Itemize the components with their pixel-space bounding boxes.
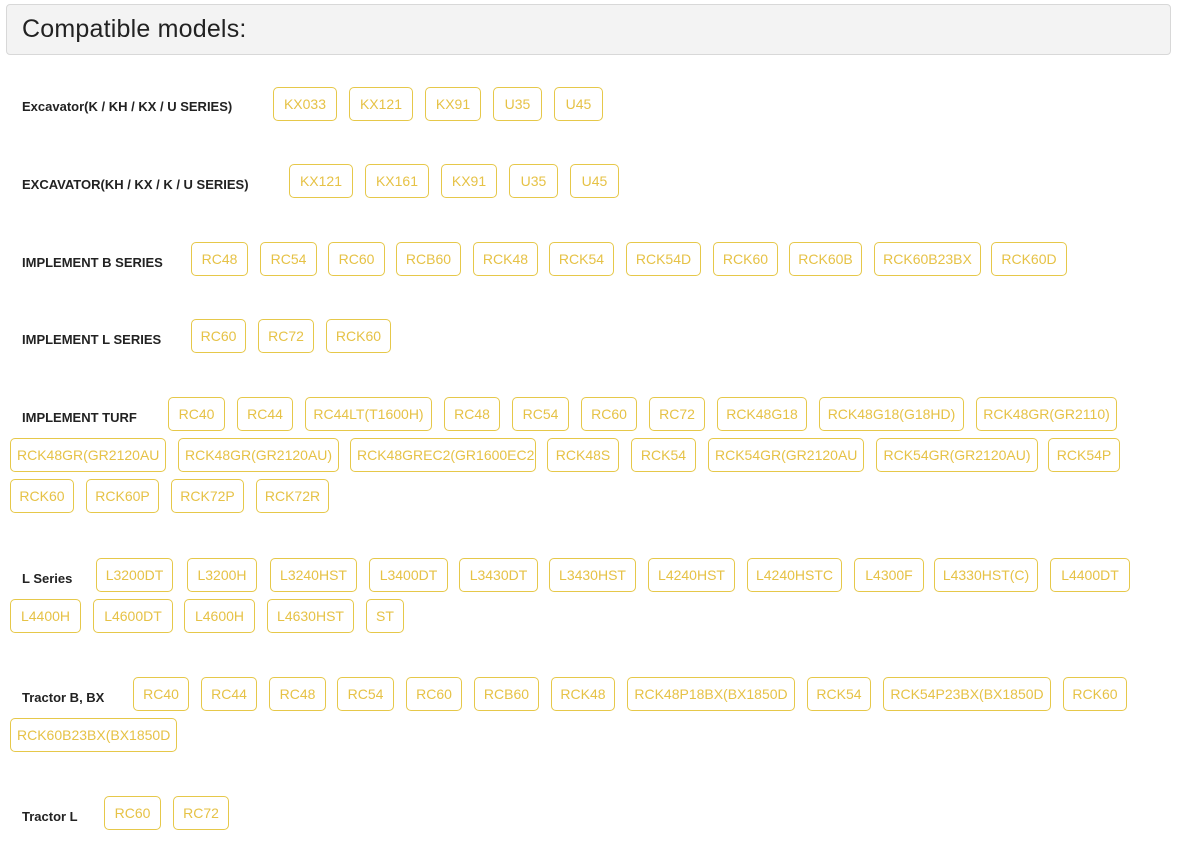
model-tag[interactable]: RCK54D [626,242,701,276]
model-tag[interactable]: RC72 [258,319,314,353]
model-tag[interactable]: RC40 [168,397,225,431]
model-tag[interactable]: RC54 [260,242,317,276]
model-tag[interactable]: L4600DT [93,599,173,633]
group-label: IMPLEMENT B SERIES [22,255,163,270]
group-label: EXCAVATOR(KH / KX / K / U SERIES) [22,177,249,192]
model-tag[interactable]: RCK60P [86,479,159,513]
page-title: Compatible models: [22,15,247,43]
model-tag[interactable]: RCK54P [1048,438,1120,472]
model-tag[interactable]: ST [366,599,404,633]
model-tag[interactable]: L3430DT [459,558,538,592]
model-tag[interactable]: L4400DT [1050,558,1130,592]
model-tag[interactable]: RC54 [337,677,394,711]
model-tag[interactable]: RC60 [406,677,462,711]
model-tag[interactable]: RCK48G18(G18HD) [819,397,964,431]
model-tag[interactable]: RC44 [201,677,257,711]
model-tag[interactable]: RCK48GREC2(GR1600EC2 [350,438,536,472]
model-tag[interactable]: RCK60B [789,242,862,276]
model-tag[interactable]: RCK60D [991,242,1067,276]
model-tag[interactable]: L4600H [184,599,255,633]
model-tag[interactable]: L4240HSTC [747,558,842,592]
model-tag[interactable]: RC44LT(T1600H) [305,397,432,431]
model-tag[interactable]: KX161 [365,164,429,198]
model-tag[interactable]: RCK54P23BX(BX1850D [883,677,1051,711]
model-tag[interactable]: RCK54GR(GR2120AU [708,438,864,472]
model-tag[interactable]: RCK48GR(GR2110) [976,397,1117,431]
model-tag[interactable]: KX121 [349,87,413,121]
model-tag[interactable]: RC40 [133,677,189,711]
model-tag[interactable]: RCK60B23BX(BX1850D [10,718,177,752]
model-tag[interactable]: RCK54 [549,242,614,276]
model-tag[interactable]: RC54 [512,397,569,431]
model-tag[interactable]: L3200DT [96,558,173,592]
model-tag[interactable]: KX91 [425,87,481,121]
model-tag[interactable]: U45 [570,164,619,198]
model-tag[interactable]: RCK48 [551,677,615,711]
model-tag[interactable]: L4330HST(C) [934,558,1038,592]
model-tag[interactable]: RC60 [581,397,637,431]
model-tag[interactable]: U35 [509,164,558,198]
model-tag[interactable]: RCK48GR(GR2120AU) [178,438,339,472]
group-label: Excavator(K / KH / KX / U SERIES) [22,99,233,114]
model-tag[interactable]: RCB60 [396,242,461,276]
model-tag[interactable]: RCK72R [256,479,329,513]
group-label: IMPLEMENT TURF [22,410,137,425]
model-tag[interactable]: RCK48S [547,438,619,472]
model-tag[interactable]: RCK48G18 [717,397,807,431]
model-tag[interactable]: RCK60 [1063,677,1127,711]
section-header: Compatible models: [6,4,1171,55]
model-tag[interactable]: KX91 [441,164,497,198]
model-tag[interactable]: RC48 [191,242,248,276]
model-tag[interactable]: L4240HST [648,558,735,592]
model-tag[interactable]: RCK48 [473,242,538,276]
model-tag[interactable]: RC48 [269,677,326,711]
model-tag[interactable]: L3240HST [270,558,357,592]
model-tag[interactable]: L4630HST [267,599,354,633]
model-tag[interactable]: L3200H [187,558,257,592]
model-tag[interactable]: L3430HST [549,558,636,592]
model-tag[interactable]: L3400DT [369,558,448,592]
group-label: Tractor L [22,809,78,824]
model-tag[interactable]: RC72 [173,796,229,830]
model-tag[interactable]: RCK48P18BX(BX1850D [627,677,795,711]
group-label: L Series [22,571,73,586]
model-tag[interactable]: U45 [554,87,603,121]
model-tag[interactable]: RCB60 [474,677,539,711]
model-tag[interactable]: RC60 [191,319,246,353]
model-tag[interactable]: RCK54 [631,438,696,472]
model-tag[interactable]: RCK60B23BX [874,242,981,276]
group-label: Tractor B, BX [22,690,105,705]
model-tag[interactable]: RC60 [104,796,161,830]
group-label: IMPLEMENT L SERIES [22,332,162,347]
model-tag[interactable]: L4400H [10,599,81,633]
model-tag[interactable]: KX121 [289,164,353,198]
model-tag[interactable]: RCK54GR(GR2120AU) [876,438,1038,472]
model-tag[interactable]: RCK60 [10,479,74,513]
model-tag[interactable]: RCK60 [713,242,778,276]
model-tag[interactable]: KX033 [273,87,337,121]
model-tag[interactable]: RCK48GR(GR2120AU [10,438,166,472]
model-tag[interactable]: RC48 [444,397,500,431]
model-tag[interactable]: RCK54 [807,677,871,711]
model-tag[interactable]: RC72 [649,397,705,431]
model-tag[interactable]: RC60 [328,242,385,276]
model-tag[interactable]: RCK72P [171,479,244,513]
model-tag[interactable]: U35 [493,87,542,121]
model-tag[interactable]: L4300F [854,558,924,592]
model-tag[interactable]: RCK60 [326,319,391,353]
model-tag[interactable]: RC44 [237,397,293,431]
